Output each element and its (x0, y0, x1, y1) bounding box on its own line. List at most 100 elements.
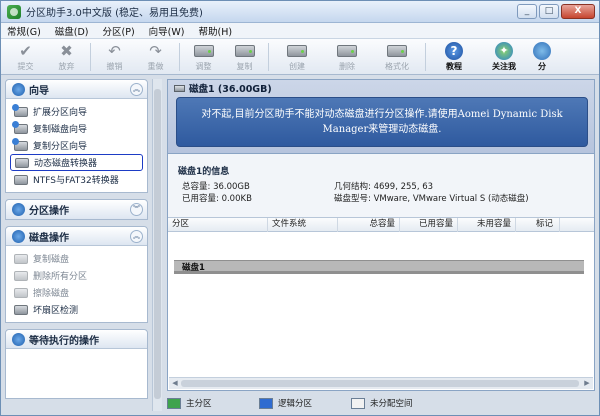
scroll-right-icon[interactable]: ▶ (582, 379, 592, 388)
discard-button[interactable]: ✖ 放弃 (46, 40, 87, 74)
checkmark-icon: ✔ (19, 42, 32, 60)
extend-partition-icon (12, 103, 28, 117)
scrollbar-thumb[interactable] (181, 380, 579, 387)
disk-ops-icon (12, 229, 25, 243)
copy-disk-icon (14, 253, 28, 264)
disk-op-label: 擦除磁盘 (33, 289, 70, 299)
share-icon (533, 42, 551, 60)
copy-button[interactable]: 复制 (224, 40, 265, 74)
wizard-section-header[interactable]: 向导 ︽ (6, 80, 147, 99)
minimize-button[interactable]: _ (517, 4, 537, 19)
logical-swatch (259, 397, 273, 409)
pending-ops-header[interactable]: 等待执行的操作 (6, 330, 147, 349)
chevron-up-icon[interactable]: ︽ (130, 229, 143, 243)
wizard-section: 向导 ︽ 扩展分区向导 复制磁盘向导 复制分区向导 动态磁盘转换器 NTFS与F… (5, 79, 148, 193)
disk-ops-section: 磁盘操作 ︽ 复制磁盘 删除所有分区 擦除磁盘 坏扇区检测 (5, 226, 148, 323)
format-button[interactable]: 格式化 (372, 40, 422, 74)
used-capacity: 已用容量: 0.00KB (182, 194, 252, 204)
wizard-item-label: 扩展分区向导 (33, 108, 88, 118)
col-used-capacity[interactable]: 已用容量 (400, 218, 458, 232)
col-filesystem[interactable]: 文件系统 (268, 218, 338, 232)
disk-label: 磁盘1 (36.00GB) (189, 84, 272, 95)
window-controls: _ □ X (517, 4, 595, 19)
wizard-item-label: 动态磁盘转换器 (34, 159, 98, 169)
wizard-item-copy-disk[interactable]: 复制磁盘向导 (6, 120, 147, 137)
redo-label: 重做 (147, 62, 164, 71)
bad-sector-icon (14, 304, 28, 315)
tutorial-label: 教程 (446, 62, 462, 71)
disk-ops-list: 复制磁盘 删除所有分区 擦除磁盘 坏扇区检测 (6, 246, 147, 322)
col-free-capacity[interactable]: 未用容量 (458, 218, 516, 232)
disk-op-bad-sector-check[interactable]: 坏扇区检测 (6, 301, 147, 318)
partition-table-header: 分区 文件系统 总容量 已用容量 未用容量 标记 (168, 218, 594, 232)
chevron-down-icon[interactable]: ︾ (130, 203, 143, 216)
wizard-item-copy-partition[interactable]: 复制分区向导 (6, 137, 147, 154)
left-panel: 向导 ︽ 扩展分区向导 复制磁盘向导 复制分区向导 动态磁盘转换器 NTFS与F… (5, 79, 151, 411)
pending-ops-title: 等待执行的操作 (29, 335, 99, 347)
disk-ops-title: 磁盘操作 (29, 232, 69, 244)
close-button[interactable]: X (561, 4, 595, 19)
undo-button[interactable]: ↶ 撤销 (94, 40, 135, 74)
wizard-item-label: 复制磁盘向导 (33, 125, 88, 135)
legend-primary: 主分区 (167, 397, 259, 409)
partition-legend: 主分区 逻辑分区 未分配空间 (167, 393, 595, 413)
wizard-item-dynamic-disk-converter[interactable]: 动态磁盘转换器 (10, 154, 143, 171)
legend-unallocated: 未分配空间 (351, 397, 443, 409)
legend-label: 未分配空间 (370, 399, 413, 409)
toolbar-separator (179, 43, 180, 71)
menu-wizard[interactable]: 向导(W) (149, 24, 185, 38)
disk-op-copy-disk[interactable]: 复制磁盘 (6, 250, 147, 267)
toolbar: ✔ 提交 ✖ 放弃 ↶ 撤销 ↷ 重做 调整 复制 创建 删除 格式化 ? 教程… (1, 39, 599, 75)
ntfs-fat32-icon (14, 174, 28, 185)
disk-op-wipe-disk[interactable]: 擦除磁盘 (6, 284, 147, 301)
submit-button[interactable]: ✔ 提交 (5, 40, 46, 74)
redo-button[interactable]: ↷ 重做 (135, 40, 176, 74)
menu-disk[interactable]: 磁盘(D) (55, 24, 89, 38)
resize-button[interactable]: 调整 (183, 40, 224, 74)
disk-op-label: 坏扇区检测 (33, 306, 79, 316)
drive-create-icon (287, 45, 307, 57)
undo-arrow-icon: ↶ (108, 42, 121, 60)
disk-view-panel: 磁盘1 (36.00GB) 对不起,目前分区助手不能对动态磁盘进行分区操作.请使… (167, 79, 595, 391)
unallocated-swatch (351, 397, 365, 409)
help-question-icon: ? (445, 42, 463, 60)
wizard-item-extend-partition[interactable]: 扩展分区向导 (6, 103, 147, 120)
partition-more-button[interactable]: 分 (529, 40, 555, 74)
delete-partitions-icon (14, 270, 28, 281)
menu-general[interactable]: 常规(G) (7, 24, 41, 38)
disk-op-label: 复制磁盘 (33, 255, 70, 265)
col-total-capacity[interactable]: 总容量 (338, 218, 400, 232)
scrollbar-thumb[interactable] (154, 89, 161, 399)
legend-logical: 逻辑分区 (259, 397, 351, 409)
disk-op-delete-all-partitions[interactable]: 删除所有分区 (6, 267, 147, 284)
disk-ops-header[interactable]: 磁盘操作 ︽ (6, 227, 147, 246)
table-row-disk1[interactable]: 磁盘1 (174, 260, 584, 274)
disk-banner-title[interactable]: 磁盘1 (36.00GB) (168, 80, 594, 96)
col-flag[interactable]: 标记 (516, 218, 560, 232)
maximize-button[interactable]: □ (539, 4, 559, 19)
disk-info-title: 磁盘1的信息 (178, 167, 230, 177)
left-panel-scrollbar[interactable] (152, 79, 162, 411)
partition-ops-header[interactable]: 分区操作 ︾ (6, 200, 147, 219)
partition-more-label: 分 (538, 62, 546, 71)
disk-banner: 磁盘1 (36.00GB) 对不起,目前分区助手不能对动态磁盘进行分区操作.请使… (168, 80, 594, 154)
delete-button[interactable]: 删除 (322, 40, 372, 74)
menu-help[interactable]: 帮助(H) (198, 24, 232, 38)
disk-icon (174, 84, 185, 92)
menu-partition[interactable]: 分区(P) (103, 24, 135, 38)
create-button[interactable]: 创建 (272, 40, 322, 74)
app-window: 分区助手3.0中文版 (稳定、易用且免费) _ □ X 常规(G) 磁盘(D) … (0, 0, 600, 416)
tutorial-button[interactable]: ? 教程 (429, 40, 479, 74)
disk-geometry: 几何结构: 4699, 255, 63 (334, 182, 434, 192)
chevron-up-icon[interactable]: ︽ (130, 82, 143, 96)
scroll-left-icon[interactable]: ◀ (170, 379, 180, 388)
copy-disk-icon (12, 120, 28, 134)
table-horizontal-scrollbar[interactable]: ◀ ▶ (169, 377, 593, 389)
col-partition[interactable]: 分区 (168, 218, 268, 232)
format-label: 格式化 (385, 62, 409, 71)
title-bar[interactable]: 分区助手3.0中文版 (稳定、易用且免费) _ □ X (1, 1, 599, 23)
copy-partition-icon (12, 137, 28, 151)
about-button[interactable]: ✦ 关注我 (479, 40, 529, 74)
wizard-item-ntfs-fat32-converter[interactable]: NTFS与FAT32转换器 (6, 171, 147, 188)
menu-bar: 常规(G) 磁盘(D) 分区(P) 向导(W) 帮助(H) (1, 23, 599, 39)
